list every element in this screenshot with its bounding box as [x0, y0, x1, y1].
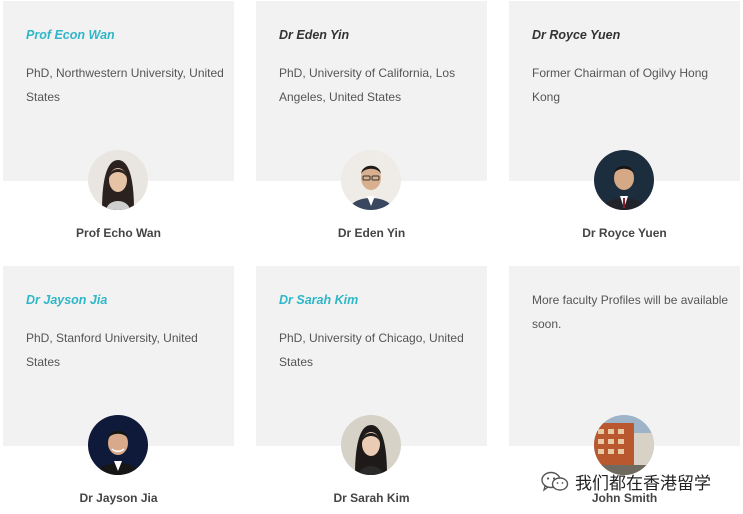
faculty-role-title[interactable]: Dr Royce Yuen [532, 28, 620, 42]
faculty-name: Prof Echo Wan [76, 226, 161, 240]
avatar[interactable] [341, 150, 401, 210]
faculty-description: More faculty Profiles will be available … [532, 293, 729, 331]
avatar[interactable] [594, 415, 654, 475]
faculty-card-royce-yuen[interactable]: Dr Royce Yuen Former Chairman of Ogilvy … [509, 1, 740, 251]
faculty-card-jayson-jia[interactable]: Dr Jayson Jia PhD, Stanford University, … [3, 266, 234, 514]
faculty-role-title[interactable]: Prof Econ Wan [26, 28, 115, 42]
faculty-role-title[interactable]: Dr Eden Yin [279, 28, 349, 42]
faculty-description: PhD, Stanford University, United States [26, 331, 198, 369]
avatar[interactable] [341, 415, 401, 475]
faculty-name: Dr Royce Yuen [582, 226, 667, 240]
faculty-description: Former Chairman of Ogilvy Hong Kong [532, 66, 709, 104]
faculty-card-eden-yin[interactable]: Dr Eden Yin PhD, University of Californi… [256, 1, 487, 251]
watermark: 我们都在香港留学 [541, 469, 711, 494]
faculty-description: PhD, University of Chicago, United State… [279, 331, 464, 369]
faculty-grid: Prof Econ Wan PhD, Northwestern Universi… [0, 0, 743, 514]
faculty-name: Dr Eden Yin [337, 226, 406, 240]
avatar[interactable] [594, 150, 654, 210]
faculty-name: Dr Sarah Kim [333, 491, 410, 505]
faculty-role-title[interactable]: Dr Jayson Jia [26, 293, 107, 307]
faculty-description: PhD, Northwestern University, United Sta… [26, 66, 224, 104]
faculty-card-sarah-kim[interactable]: Dr Sarah Kim PhD, University of Chicago,… [256, 266, 487, 514]
faculty-description: PhD, University of California, Los Angel… [279, 66, 456, 104]
wechat-icon [541, 471, 569, 492]
avatar[interactable] [88, 415, 148, 475]
faculty-name: Dr Jayson Jia [79, 491, 158, 505]
faculty-role-title[interactable]: Dr Sarah Kim [279, 293, 358, 307]
watermark-text: 我们都在香港留学 [575, 474, 711, 494]
faculty-card-echo-wan[interactable]: Prof Econ Wan PhD, Northwestern Universi… [3, 1, 234, 251]
avatar[interactable] [88, 150, 148, 210]
